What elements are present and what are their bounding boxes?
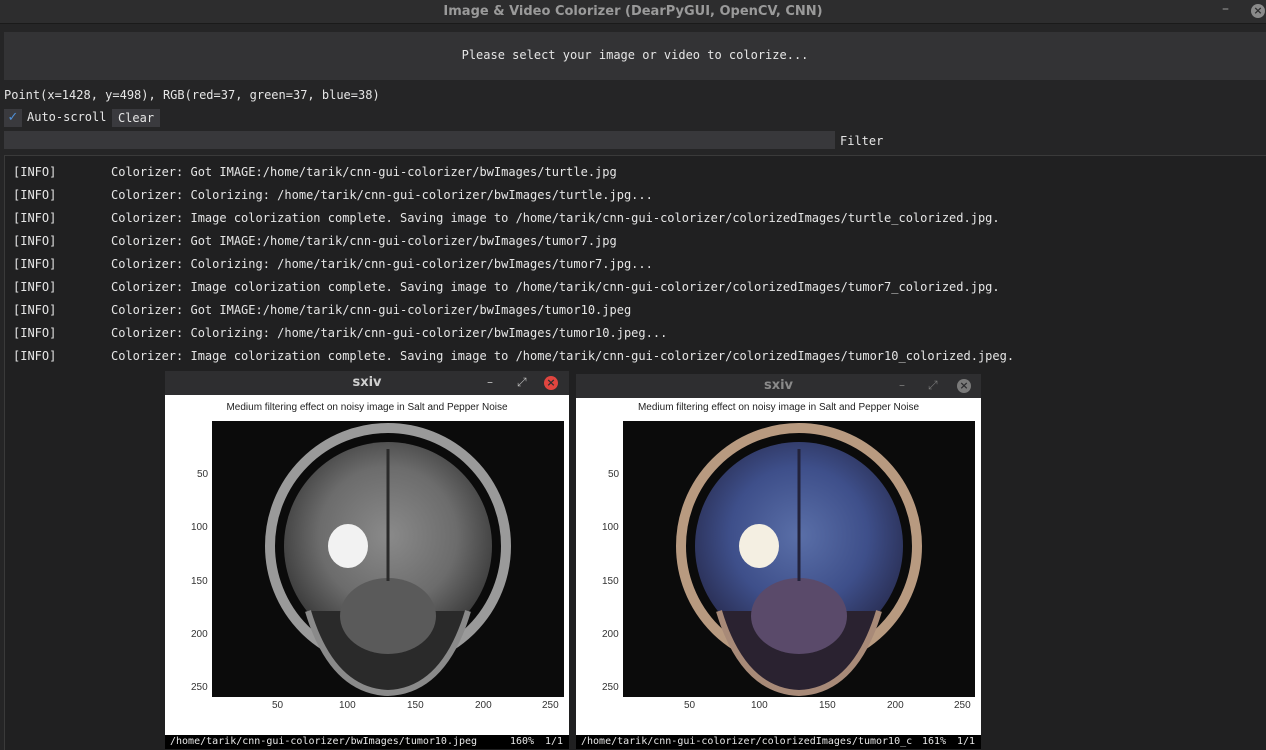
sxiv-statusbar: /home/tarik/cnn-gui-colorizer/colorizedI… — [576, 735, 981, 749]
plot-title: Medium filtering effect on noisy image i… — [637, 402, 920, 413]
mri-brain-colorized — [623, 421, 975, 697]
app-title: Image & Video Colorizer (DearPyGUI, Open… — [443, 4, 823, 19]
x-tick: 100 — [339, 700, 356, 711]
y-tick: 250 — [191, 682, 208, 693]
log-message: Colorizer: Image colorization complete. … — [111, 280, 1000, 294]
filter-input[interactable] — [4, 131, 835, 149]
log-message: Colorizer: Got IMAGE:/home/tarik/cnn-gui… — [111, 303, 632, 317]
y-tick: 100 — [602, 522, 619, 533]
status-page: 1/1 — [957, 736, 976, 747]
status-zoom: 160% — [510, 736, 535, 747]
app-titlebar: Image & Video Colorizer (DearPyGUI, Open… — [0, 0, 1266, 24]
y-tick: 200 — [191, 629, 208, 640]
y-tick: 100 — [191, 522, 208, 533]
minimize-icon[interactable]: – — [1222, 1, 1229, 17]
status-path: /home/tarik/cnn-gui-colorizer/colorizedI… — [581, 736, 913, 747]
select-media-button[interactable]: Please select your image or video to col… — [4, 32, 1266, 80]
x-tick: 250 — [954, 700, 971, 711]
x-tick: 250 — [542, 700, 559, 711]
log-level: [INFO] — [13, 303, 57, 317]
mri-image — [212, 421, 564, 697]
x-tick: 200 — [887, 700, 904, 711]
log-message: Colorizer: Got IMAGE:/home/tarik/cnn-gui… — [111, 165, 617, 179]
sxiv-window-original[interactable]: sxiv – ⤢ × Medium filtering effect on no… — [165, 371, 569, 749]
log-level: [INFO] — [13, 257, 57, 271]
log-message: Colorizer: Colorizing: /home/tarik/cnn-g… — [111, 188, 653, 202]
x-tick: 150 — [407, 700, 424, 711]
x-tick: 50 — [684, 700, 696, 711]
y-tick: 250 — [602, 682, 619, 693]
maximize-icon[interactable]: ⤢ — [517, 375, 527, 390]
log-level: [INFO] — [13, 349, 57, 363]
y-tick: 150 — [602, 576, 619, 587]
x-tick: 100 — [751, 700, 768, 711]
sxiv-window-colorized[interactable]: sxiv – ⤢ × Medium filtering effect on no… — [576, 374, 981, 749]
minimize-icon[interactable]: – — [487, 375, 493, 389]
log-level: [INFO] — [13, 234, 57, 248]
sxiv-titlebar: sxiv – ⤢ × — [576, 374, 981, 398]
maximize-icon[interactable]: ⤢ — [928, 378, 938, 393]
y-tick: 200 — [602, 629, 619, 640]
status-zoom: 161% — [922, 736, 947, 747]
status-path: /home/tarik/cnn-gui-colorizer/bwImages/t… — [170, 736, 478, 747]
sxiv-title: sxiv — [352, 375, 382, 390]
log-message: Colorizer: Image colorization complete. … — [111, 211, 1000, 225]
log-level: [INFO] — [13, 165, 57, 179]
log-message: Colorizer: Colorizing: /home/tarik/cnn-g… — [111, 326, 668, 340]
autoscroll-checkbox[interactable]: ✓ — [4, 109, 22, 127]
pointer-readout: Point(x=1428, y=498), RGB(red=37, green=… — [4, 88, 380, 102]
log-level: [INFO] — [13, 211, 57, 225]
autoscroll-label: Auto-scroll — [27, 110, 107, 124]
y-tick: 50 — [197, 469, 209, 480]
y-tick: 50 — [608, 469, 620, 480]
sxiv-titlebar: sxiv – ⤢ × — [165, 371, 569, 395]
select-media-label: Please select your image or video to col… — [461, 48, 809, 62]
x-tick: 200 — [475, 700, 492, 711]
log-level: [INFO] — [13, 280, 57, 294]
status-page: 1/1 — [545, 736, 564, 747]
sxiv-statusbar: /home/tarik/cnn-gui-colorizer/bwImages/t… — [165, 735, 569, 749]
close-icon[interactable]: × — [957, 379, 971, 393]
filter-label: Filter — [840, 134, 884, 148]
log-level: [INFO] — [13, 188, 57, 202]
sxiv-title: sxiv — [763, 378, 794, 393]
close-icon[interactable]: × — [1251, 4, 1265, 18]
log-message: Colorizer: Got IMAGE:/home/tarik/cnn-gui… — [111, 234, 617, 248]
log-message: Colorizer: Colorizing: /home/tarik/cnn-g… — [111, 257, 653, 271]
close-icon[interactable]: × — [544, 376, 558, 390]
log-message: Colorizer: Image colorization complete. … — [111, 349, 1015, 363]
mri-brain-grayscale — [212, 421, 564, 697]
y-tick: 150 — [191, 576, 208, 587]
mri-image — [623, 421, 975, 697]
plot-title: Medium filtering effect on noisy image i… — [226, 402, 508, 413]
clear-button[interactable]: Clear — [112, 109, 160, 127]
log-level: [INFO] — [13, 326, 57, 340]
minimize-icon[interactable]: – — [899, 378, 905, 392]
x-tick: 50 — [272, 700, 284, 711]
x-tick: 150 — [819, 700, 836, 711]
